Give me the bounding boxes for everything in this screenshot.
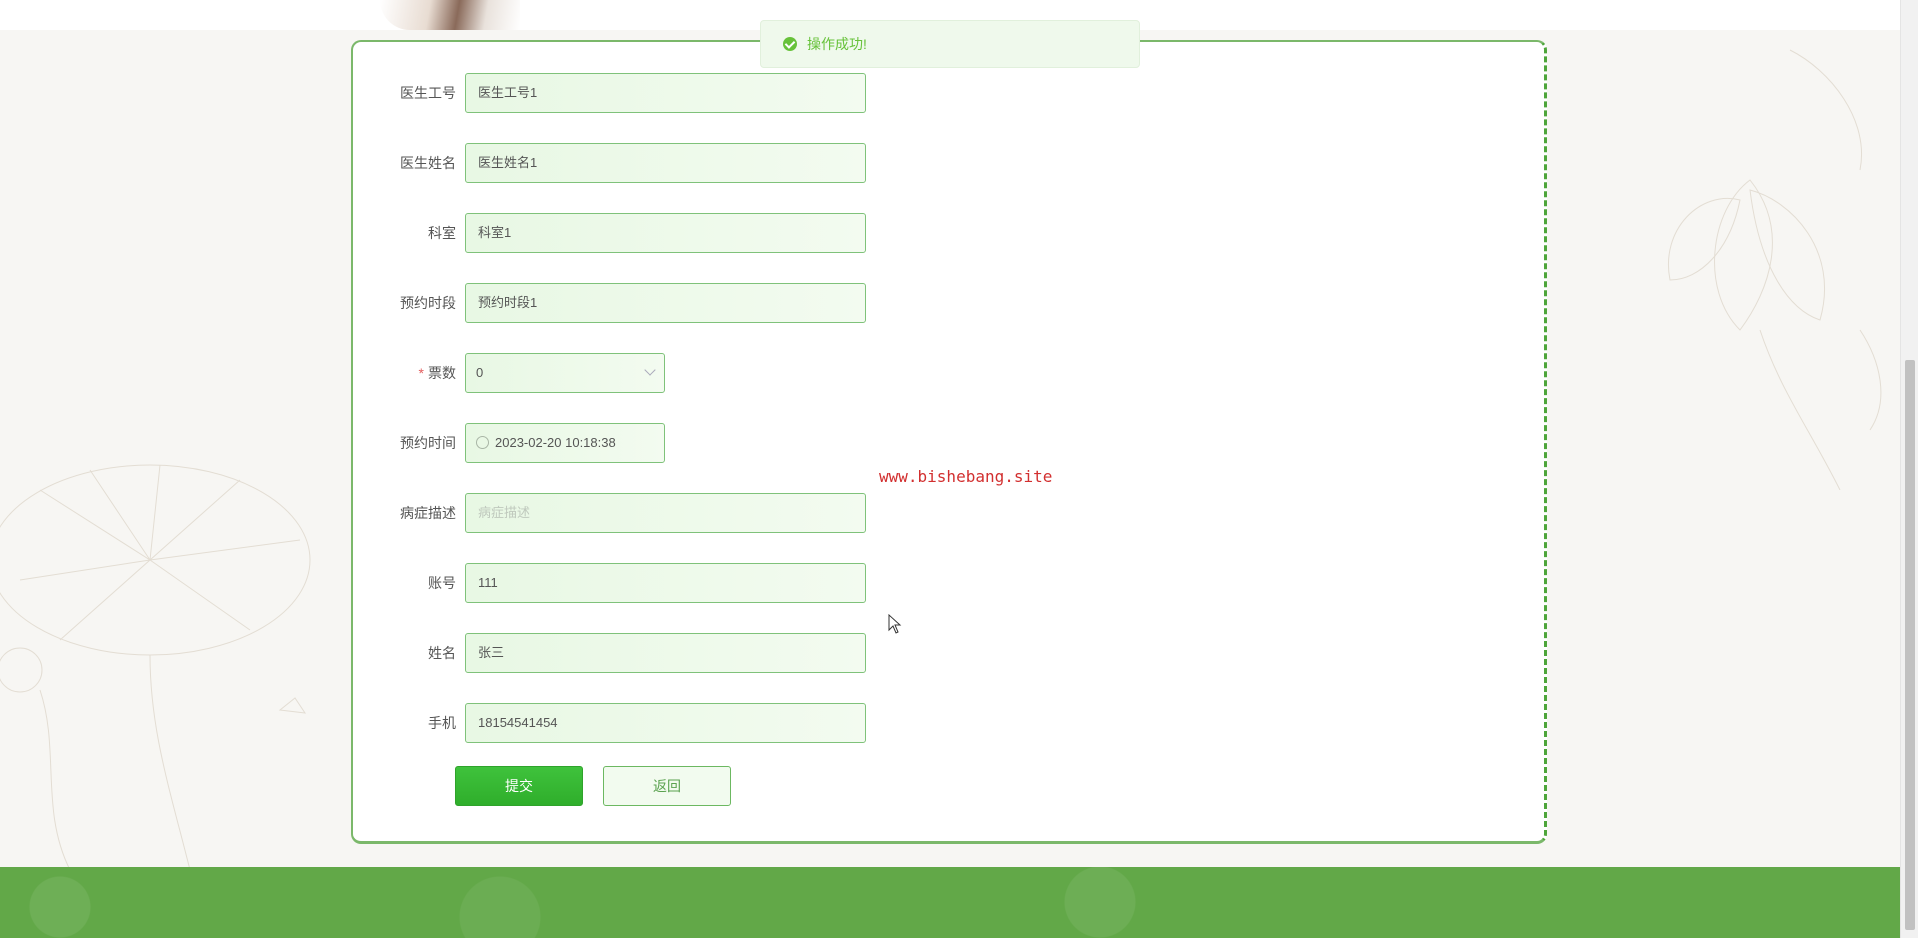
form-row-doctor-name: 医生姓名 医生姓名1 — [353, 143, 1253, 183]
appointment-time-value: 2023-02-20 10:18:38 — [495, 435, 616, 450]
doctor-name-field[interactable]: 医生姓名1 — [465, 143, 866, 183]
header-banner-image — [380, 0, 520, 30]
form-row-appointment-time: 预约时间 2023-02-20 10:18:38 — [353, 423, 1253, 463]
doctor-id-label: 医生工号 — [400, 85, 456, 101]
page-footer — [0, 867, 1900, 938]
ticket-count-select[interactable]: 0 — [465, 353, 665, 393]
page-scrollbar[interactable] — [1900, 0, 1918, 938]
phone-field[interactable]: 18154541454 — [465, 703, 866, 743]
back-button[interactable]: 返回 — [603, 766, 731, 806]
chevron-down-icon — [644, 364, 656, 376]
doctor-id-field[interactable]: 医生工号1 — [465, 73, 866, 113]
account-field[interactable]: 111 — [465, 563, 866, 603]
symptom-description-field[interactable]: 病症描述 — [465, 493, 866, 533]
appointment-time-picker[interactable]: 2023-02-20 10:18:38 — [465, 423, 665, 463]
mouse-cursor-icon — [888, 614, 902, 634]
success-toast: 操作成功! — [760, 20, 1140, 68]
scrollbar-thumb[interactable] — [1905, 360, 1915, 930]
department-label: 科室 — [428, 225, 456, 241]
watermark-text: www.bishebang.site — [879, 467, 1053, 486]
form-row-symptom-description: 病症描述 病症描述 — [353, 493, 1253, 533]
department-field[interactable]: 科室1 — [465, 213, 866, 253]
ticket-count-value: 0 — [476, 365, 484, 380]
toast-message: 操作成功! — [807, 36, 867, 52]
form-row-time-slot: 预约时段 预约时段1 — [353, 283, 1253, 323]
form-row-ticket-count: * 票数 0 — [353, 353, 1253, 393]
symptom-description-label: 病症描述 — [400, 505, 456, 521]
time-slot-label: 预约时段 — [400, 295, 456, 311]
form-row-account: 账号 111 — [353, 563, 1253, 603]
clock-icon — [476, 436, 489, 450]
appointment-time-label: 预约时间 — [400, 435, 456, 451]
name-field[interactable]: 张三 — [465, 633, 866, 673]
form-row-doctor-id: 医生工号 医生工号1 — [353, 73, 1253, 113]
name-label: 姓名 — [428, 645, 456, 661]
symptom-description-placeholder: 病症描述 — [478, 505, 531, 520]
ticket-count-label-text: 票数 — [428, 365, 456, 381]
required-asterisk: * — [418, 365, 424, 381]
time-slot-field[interactable]: 预约时段1 — [465, 283, 866, 323]
appointment-form-panel: 医生工号 医生工号1 医生姓名 医生姓名1 科室 科室1 预约时段 预约时段1 … — [351, 40, 1547, 844]
submit-button[interactable]: 提交 — [455, 766, 583, 806]
form-row-name: 姓名 张三 — [353, 633, 1253, 673]
background-lotus-right-illustration — [1668, 49, 1882, 490]
background-lotus-left-illustration — [0, 464, 311, 870]
account-label: 账号 — [428, 575, 456, 591]
check-circle-icon — [783, 37, 797, 52]
ticket-count-label: * 票数 — [353, 353, 456, 393]
doctor-name-label: 医生姓名 — [400, 155, 456, 171]
phone-label: 手机 — [428, 715, 456, 731]
form-row-department: 科室 科室1 — [353, 213, 1253, 253]
form-row-phone: 手机 18154541454 — [353, 703, 1253, 743]
